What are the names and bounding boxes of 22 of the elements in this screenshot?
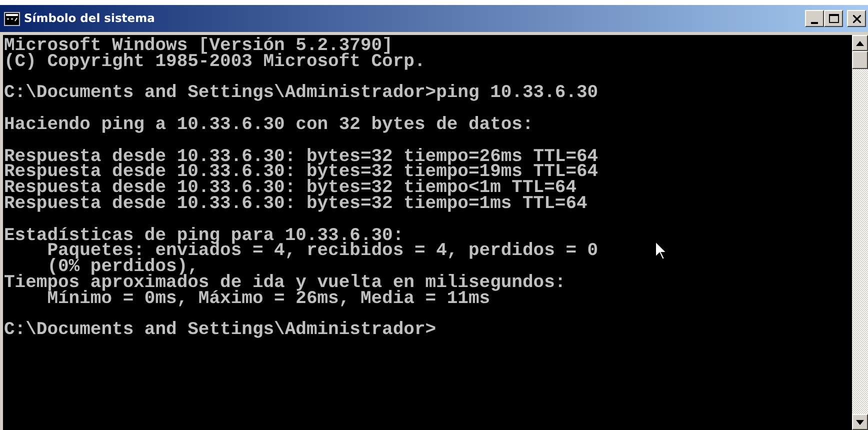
up-arrow-icon <box>856 40 864 46</box>
console-line: C:\Documents and Settings\Administrador> <box>4 323 436 340</box>
maximize-icon <box>828 14 838 23</box>
console-line: (C) Copyright 1985-2003 Microsoft Corp. <box>4 54 426 71</box>
console-line: Respuesta desde 10.33.6.30: bytes=32 tiempo=1ms TTL=64 <box>4 196 588 213</box>
minimize-icon <box>811 22 818 24</box>
close-button[interactable] <box>847 10 866 27</box>
console-line: Haciendo ping a 10.33.6.30 con 32 bytes de datos: <box>4 118 534 134</box>
minimize-button[interactable] <box>805 10 824 27</box>
close-icon <box>852 14 860 22</box>
window-title: Símbolo del sistema <box>24 10 155 27</box>
scroll-up-button[interactable] <box>852 35 868 51</box>
vertical-scrollbar[interactable] <box>852 35 868 430</box>
down-arrow-icon <box>856 420 864 424</box>
scrollbar-thumb[interactable] <box>852 51 868 69</box>
console-line: (0% perdidos), <box>47 260 198 276</box>
maximize-button[interactable] <box>824 10 843 27</box>
console-icon <box>4 12 20 26</box>
mouse-pointer-icon <box>655 241 667 260</box>
console-line: C:\Documents and Settings\Administrador>ping 10.33.6.30 <box>4 86 598 102</box>
console-line: Mínimo = 0ms, Máximo = 26ms, Media = 11ms <box>47 292 490 308</box>
scroll-down-button[interactable] <box>852 414 868 430</box>
